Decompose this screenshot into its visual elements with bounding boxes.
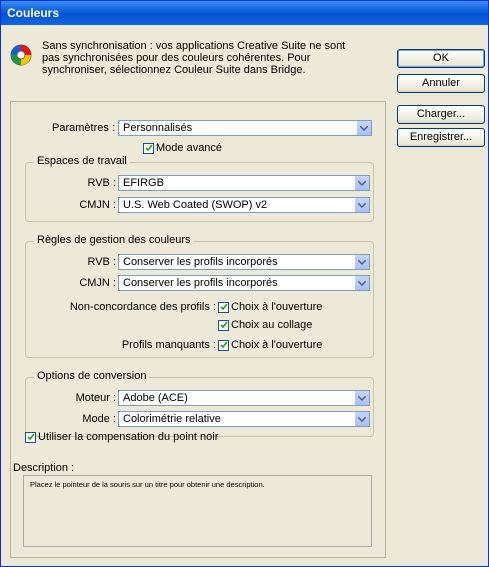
settings-panel: Paramètres : Personnalisés Mode avancé E… [10,101,386,558]
rgb-policy-value: Conserver les profils incorporés [123,256,278,268]
ask-paste-label: Choix au collage [231,319,313,331]
sync-message: Sans synchronisation : vos applications … [42,40,346,76]
black-point-compensation-checkbox[interactable]: Utiliser la compensation du point noir [25,431,218,443]
color-sync-icon [10,44,32,66]
chevron-down-icon [356,121,371,135]
missing-ask-open-label: Choix à l'ouverture [231,339,323,351]
checkbox-box [218,319,229,331]
chevron-down-icon [354,176,369,190]
cancel-button[interactable]: Annuler [397,74,485,93]
engine-dropdown[interactable]: Adobe (ACE) [118,390,370,406]
working-spaces-group: Espaces de travail RVB : EFIRGB CMJN : U… [25,155,374,222]
dialog-title: Couleurs [7,6,60,20]
ok-button[interactable]: OK [397,49,485,68]
intent-value: Colorimétrie relative [123,413,221,425]
rgb-space-dropdown[interactable]: EFIRGB [118,175,370,191]
cmyk-policy-dropdown[interactable]: Conserver les profils incorporés [118,275,370,291]
title-bar: Couleurs [1,1,488,25]
rgb-policy-dropdown[interactable]: Conserver les profils incorporés [118,254,370,270]
engine-label: Moteur : [75,392,116,404]
color-settings-dialog: Couleurs Sans synchronisation : vos appl… [0,0,489,567]
ask-paste-checkbox[interactable]: Choix au collage [218,319,312,331]
description-box: Placez le pointeur de la souris sur un t… [23,475,372,547]
ask-open-checkbox[interactable]: Choix à l'ouverture [218,301,322,313]
checkbox-box [25,431,36,443]
cmyk-space-value: U.S. Web Coated (SWOP) v2 [123,199,268,211]
rgb-space-label: RVB : [87,177,116,189]
rgb-policy-label: RVB : [87,256,116,268]
settings-label: Paramètres : [52,122,115,134]
cmyk-policy-label: CMJN : [79,277,116,289]
cmyk-space-label: CMJN : [79,199,116,211]
conversion-options-group: Options de conversion Moteur : Adobe (AC… [25,370,374,437]
ask-open-label: Choix à l'ouverture [231,301,323,313]
checkbox-box [143,142,154,154]
advanced-mode-label: Mode avancé [156,142,223,154]
advanced-mode-checkbox[interactable]: Mode avancé [143,142,222,154]
black-point-compensation-label: Utiliser la compensation du point noir [38,431,219,443]
engine-value: Adobe (ACE) [123,392,188,404]
intent-label: Mode : [82,413,116,425]
missing-profiles-label: Profils manquants : [121,339,216,351]
save-button[interactable]: Enregistrer... [397,128,485,147]
conversion-options-title: Options de conversion [34,370,150,382]
settings-value: Personnalisés [123,122,193,134]
mismatch-label: Non-concordance des profils : [69,301,216,313]
intent-dropdown[interactable]: Colorimétrie relative [118,411,370,427]
load-button[interactable]: Charger... [397,105,485,124]
missing-ask-open-checkbox[interactable]: Choix à l'ouverture [218,339,322,351]
description-label: Description : [13,462,75,474]
color-policies-group: Règles de gestion des couleurs RVB : Con… [25,234,374,358]
settings-dropdown[interactable]: Personnalisés [118,120,372,136]
description-text: Placez le pointeur de la souris sur un t… [30,480,265,489]
cmyk-space-dropdown[interactable]: U.S. Web Coated (SWOP) v2 [118,197,370,213]
chevron-down-icon [354,198,369,212]
color-policies-title: Règles de gestion des couleurs [34,234,194,246]
rgb-space-value: EFIRGB [123,177,164,189]
checkbox-box [218,301,229,313]
chevron-down-icon [354,391,369,405]
cmyk-policy-value: Conserver les profils incorporés [123,277,278,289]
chevron-down-icon [354,412,369,426]
chevron-down-icon [354,276,369,290]
chevron-down-icon [354,255,369,269]
working-spaces-title: Espaces de travail [34,155,130,167]
checkbox-box [218,339,229,351]
